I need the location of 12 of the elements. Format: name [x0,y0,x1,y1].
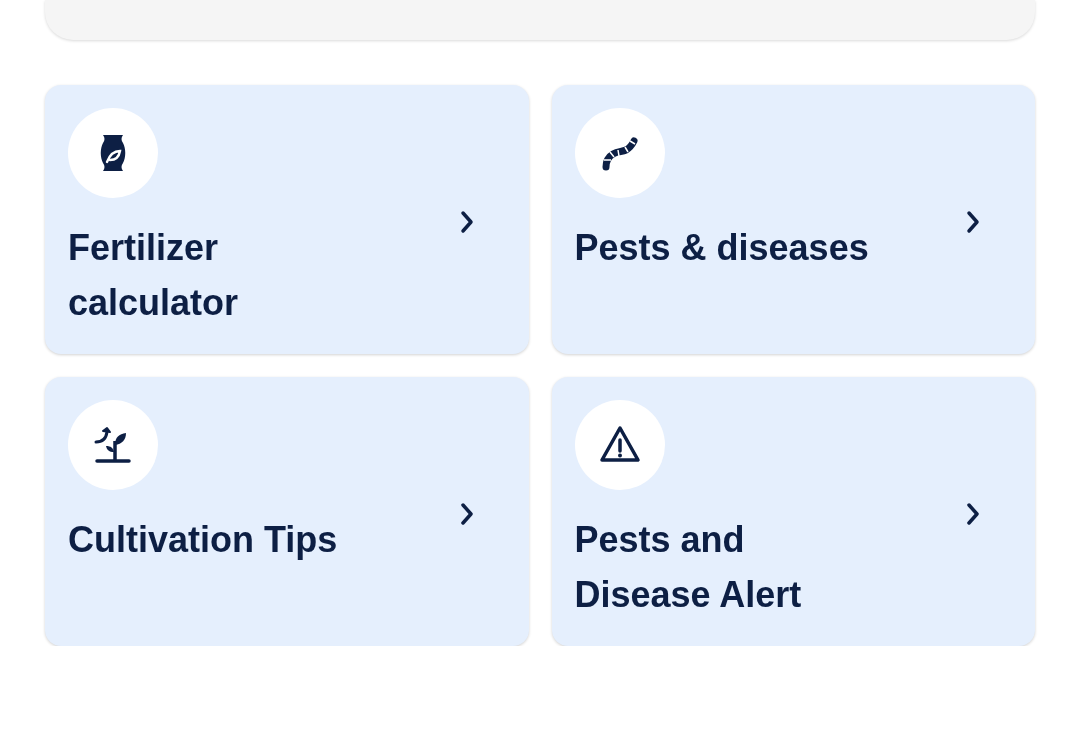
card-title: Fertilizer calculator [68,226,240,325]
feature-card[interactable]: Fertilizer calculator [45,85,529,354]
chevron-icon [966,502,980,526]
chevron-icon [966,210,980,234]
card-title: Pests & diseases [574,226,870,270]
feature-card[interactable]: Pests & diseases [551,85,1035,354]
card-title: Cultivation Tips [68,518,339,562]
feature-card[interactable]: Pests and Disease Alert [551,377,1035,646]
chevron-icon [459,502,474,526]
chevron-icon [459,210,474,234]
feature-card[interactable]: Cultivation Tips [45,377,529,646]
card-title: Pests and Disease Alert [574,518,803,617]
